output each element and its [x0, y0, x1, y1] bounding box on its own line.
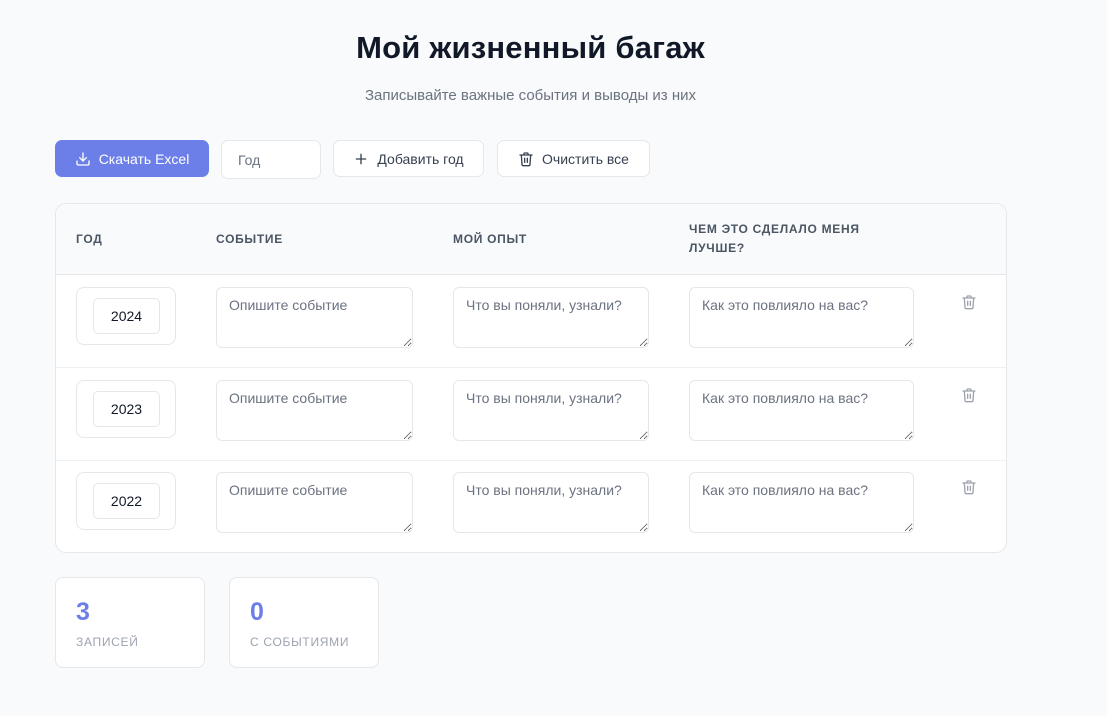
page-title: Мой жизненный багаж: [356, 30, 705, 65]
year-field[interactable]: 2022: [93, 483, 160, 519]
year-cell: 2022: [76, 472, 176, 530]
event-textarea[interactable]: [216, 472, 413, 533]
column-header-year: Год: [76, 232, 103, 246]
table-row: 2022: [56, 460, 1006, 552]
experience-textarea[interactable]: [453, 380, 649, 441]
table-row: 2024: [56, 275, 1006, 368]
year-input[interactable]: [221, 140, 321, 179]
stat-card-records: 3 Записей: [55, 577, 205, 668]
stat-label: С событиями: [250, 635, 350, 649]
table-header: Год Событие Мой опыт Чем это сделало мен…: [56, 204, 1006, 275]
download-icon: [75, 151, 91, 167]
delete-row-button[interactable]: [961, 294, 979, 312]
stat-value: 3: [76, 598, 90, 626]
year-cell: 2023: [76, 380, 176, 438]
event-textarea[interactable]: [216, 380, 413, 441]
year-cell: 2024: [76, 287, 176, 345]
event-textarea[interactable]: [216, 287, 413, 348]
table-row: 2023: [56, 368, 1006, 461]
trash-icon: [961, 480, 977, 499]
download-excel-button[interactable]: Скачать Excel: [55, 140, 209, 177]
stat-value: 0: [250, 598, 264, 626]
column-header-event: Событие: [216, 232, 283, 246]
column-header-experience: Мой опыт: [453, 232, 527, 246]
stat-label: Записей: [76, 635, 139, 649]
delete-row-button[interactable]: [961, 387, 979, 405]
better-textarea[interactable]: [689, 472, 914, 533]
trash-icon: [961, 295, 977, 314]
events-table: Год Событие Мой опыт Чем это сделало мен…: [55, 203, 1007, 553]
better-textarea[interactable]: [689, 380, 914, 441]
page-subtitle: Записывайте важные события и выводы из н…: [365, 87, 696, 104]
stat-card-with-events: 0 С событиями: [229, 577, 379, 668]
plus-icon: [353, 151, 369, 167]
add-year-label: Добавить год: [377, 150, 464, 167]
add-year-button[interactable]: Добавить год: [333, 140, 484, 177]
delete-row-button[interactable]: [961, 479, 979, 497]
clear-all-label: Очистить все: [542, 150, 629, 167]
year-field[interactable]: 2024: [93, 298, 160, 334]
better-textarea[interactable]: [689, 287, 914, 348]
column-header-better: Чем это сделало меня лучше?: [689, 222, 860, 255]
trash-icon: [961, 388, 977, 407]
experience-textarea[interactable]: [453, 472, 649, 533]
clear-all-button[interactable]: Очистить все: [497, 140, 650, 177]
year-field[interactable]: 2023: [93, 391, 160, 427]
experience-textarea[interactable]: [453, 287, 649, 348]
trash-icon: [518, 151, 534, 167]
download-excel-label: Скачать Excel: [98, 150, 190, 167]
